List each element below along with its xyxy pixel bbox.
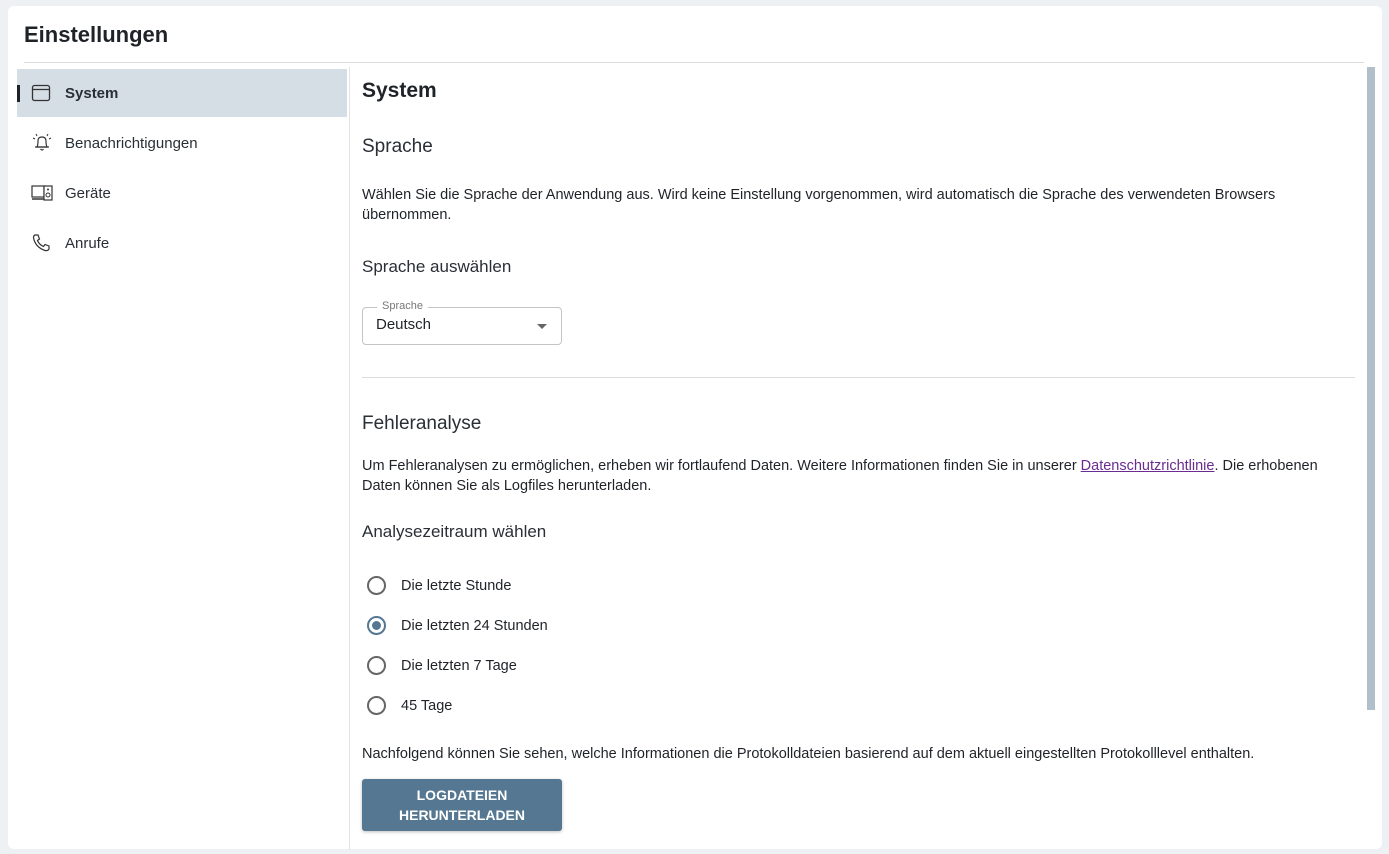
sidebar-divider <box>349 67 350 850</box>
analysis-description-text: Um Fehleranalysen zu ermöglichen, erhebe… <box>362 458 1081 474</box>
sidebar: System Benachrichtigungen Geräte Anrufe <box>17 69 347 269</box>
scrollbar-thumb[interactable] <box>1367 67 1375 710</box>
radio-label: Die letzten 24 Stunden <box>401 617 548 634</box>
radio-last-24-hours[interactable]: Die letzten 24 Stunden <box>367 616 548 635</box>
sidebar-item-label: System <box>65 84 119 102</box>
window-icon <box>31 84 51 102</box>
radio-circle[interactable] <box>367 696 386 715</box>
language-heading: Sprache <box>362 136 433 157</box>
devices-icon <box>31 185 53 201</box>
phone-icon <box>32 234 50 252</box>
analysis-subheading: Analysezeitraum wählen <box>362 522 547 541</box>
radio-last-7-days[interactable]: Die letzten 7 Tage <box>367 656 517 675</box>
sidebar-item-system[interactable]: System <box>17 69 347 117</box>
language-select[interactable]: Sprache Deutsch <box>362 300 562 345</box>
page-title: Einstellungen <box>24 22 169 47</box>
language-select-label: Sprache <box>377 300 428 312</box>
chevron-down-icon <box>537 324 547 329</box>
sidebar-item-benachrichtigungen[interactable]: Benachrichtigungen <box>17 119 347 167</box>
log-info-text: Nachfolgend können Sie sehen, welche Inf… <box>362 746 1255 762</box>
sidebar-item-label: Anrufe <box>65 234 110 252</box>
radio-circle[interactable] <box>367 656 386 675</box>
language-description: Wählen Sie die Sprache der Anwendung aus… <box>362 187 1276 223</box>
radio-circle[interactable] <box>367 576 386 595</box>
header-divider <box>24 62 1364 63</box>
sidebar-item-geraete[interactable]: Geräte <box>17 169 347 217</box>
radio-last-hour[interactable]: Die letzte Stunde <box>367 576 511 595</box>
radio-label: 45 Tage <box>401 697 453 714</box>
language-subheading: Sprache auswählen <box>362 257 512 276</box>
radio-circle[interactable] <box>367 616 386 635</box>
analysis-heading: Fehleranalyse <box>362 413 482 434</box>
radio-label: Die letzten 7 Tage <box>401 657 517 674</box>
analysis-description: Um Fehleranalysen zu ermöglichen, erhebe… <box>362 456 1352 496</box>
privacy-policy-link[interactable]: Datenschutzrichtlinie <box>1081 458 1215 474</box>
language-select-value: Deutsch <box>376 316 432 333</box>
section-divider <box>362 377 1355 378</box>
radio-label: Die letzte Stunde <box>401 577 512 594</box>
download-logs-button[interactable]: Logdateien herunterladen <box>362 779 562 831</box>
radio-45-days[interactable]: 45 Tage <box>367 696 452 715</box>
sidebar-item-label: Benachrichtigungen <box>65 134 198 152</box>
section-title: System <box>362 79 437 102</box>
sidebar-item-label: Geräte <box>65 184 111 202</box>
bell-icon <box>32 133 52 151</box>
sidebar-item-anrufe[interactable]: Anrufe <box>17 219 347 267</box>
